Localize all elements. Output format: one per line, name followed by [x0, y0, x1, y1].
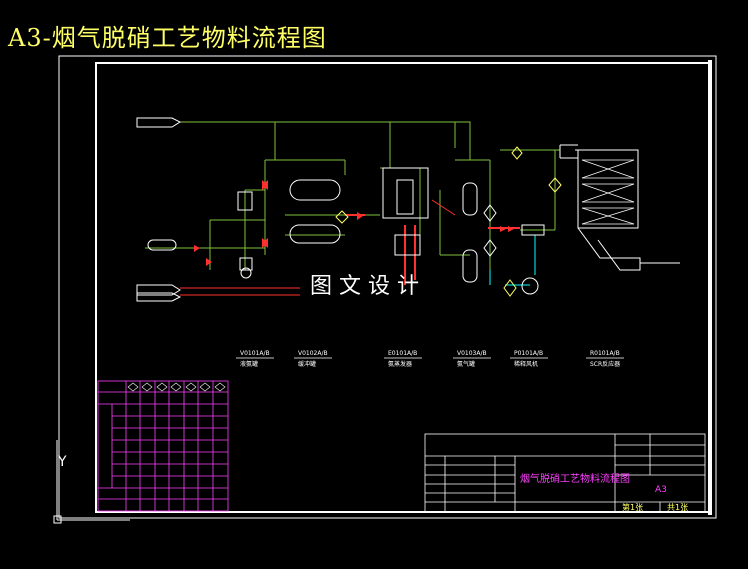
watermark: 图 文 设 计 — [310, 274, 419, 299]
composition-table-header-diamonds — [127, 382, 226, 392]
equipment-tag-name: SCR反应器 — [590, 360, 620, 368]
axis-y-label: Y — [57, 454, 67, 470]
equipment-tag-name: 缓冲罐 — [298, 360, 316, 368]
equipment-tag-name: 氨蒸发器 — [388, 360, 412, 368]
title-block-total: 共1张 — [667, 503, 688, 512]
title-block-sheet-size: A3 — [655, 485, 667, 495]
equipment-tag-code: E0101A/B — [388, 350, 417, 357]
title-block-grid — [424, 433, 706, 513]
equipment-tag-code: V0101A/B — [240, 350, 270, 357]
equipment-tag-code: V0102A/B — [298, 350, 328, 357]
title-block-sheet: 第1张 — [622, 502, 643, 512]
equipment-tag-name: 稀释风机 — [514, 360, 538, 368]
equipment-tag-code: V0103A/B — [457, 350, 487, 357]
composition-table — [97, 380, 229, 512]
valves — [194, 180, 514, 266]
equipment-tag-row: V0101A/B 液氨罐 V0102A/B 缓冲罐 E0101A/B 氨蒸发器 V0103A… — [236, 350, 624, 368]
process-flow-drawing: Y 图 文 设 计 V0101A/B液氨罐V0102A/B缓冲罐E0101A/B… — [53, 55, 717, 524]
equipment-tag-code: R0101A/B — [590, 350, 620, 357]
title-block-drawing-name: 烟气脱硝工艺物料流程图 — [520, 472, 630, 485]
equipment-tag-code: P0101A/B — [514, 350, 543, 357]
border-shadow — [708, 60, 712, 515]
ucs-axis-icon — [53, 440, 130, 524]
equipment-tag-name: 氨气罐 — [457, 360, 475, 368]
equipment-tag-name: 液氨罐 — [240, 360, 258, 368]
catalyst-layers — [581, 159, 635, 225]
